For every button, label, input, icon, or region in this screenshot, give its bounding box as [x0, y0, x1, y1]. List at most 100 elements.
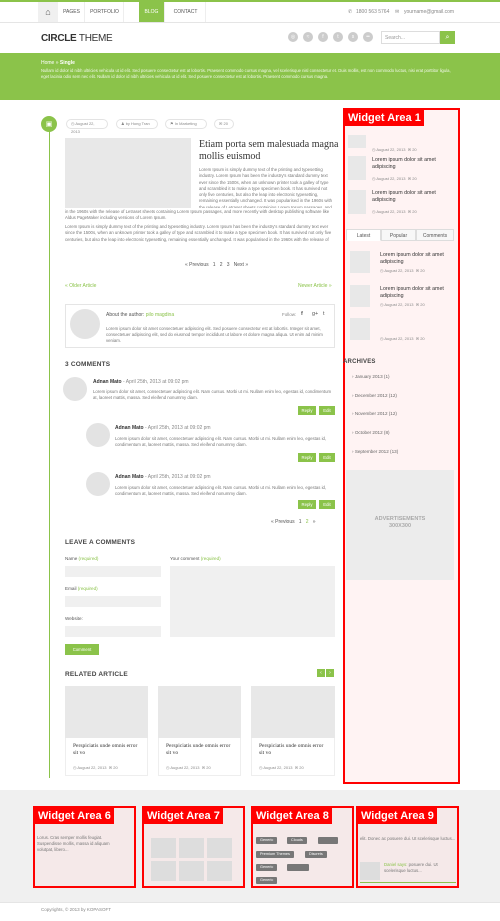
- post-image: [65, 138, 191, 208]
- newer-article-link[interactable]: Newer Article »: [298, 283, 332, 289]
- nav-pages[interactable]: PAGES: [59, 2, 85, 22]
- recent-meta: ◷ August 22, 2013 ✉ 20: [372, 209, 417, 214]
- flickr-icon[interactable]: ••: [363, 32, 373, 42]
- tab-popular[interactable]: Popular: [381, 229, 416, 241]
- recent-title[interactable]: Lorem ipsum dolor sit amet adipiscing: [372, 157, 452, 171]
- pagination-2[interactable]: 2: [220, 262, 223, 268]
- pagination-prev[interactable]: « Previous: [271, 519, 295, 525]
- tag-item[interactable]: Generic: [256, 837, 278, 844]
- follow-label: Follow:: [282, 312, 297, 317]
- widget-area-8-label: Widget Area 8: [253, 808, 332, 824]
- archive-item[interactable]: › November 2012 (12): [352, 411, 397, 416]
- comment-author: Adnan Mato - April 25th, 2013 at 09:02 p…: [115, 474, 211, 480]
- archive-item[interactable]: › September 2012 (13): [352, 449, 398, 454]
- related-title[interactable]: Perspiciatis unde omnis error sit vo: [73, 743, 143, 757]
- twitter-icon[interactable]: t: [323, 311, 325, 317]
- facebook-icon[interactable]: f: [318, 32, 328, 42]
- facebook-icon[interactable]: f: [301, 311, 303, 317]
- recent-title[interactable]: Lorem ipsum dolor sit amet adipiscing: [372, 190, 452, 204]
- tag-item[interactable]: Discrets: [305, 851, 327, 858]
- archive-item[interactable]: › January 2013 (1): [352, 374, 390, 379]
- submit-comment-button[interactable]: Comment: [65, 644, 99, 655]
- reply-button[interactable]: Reply: [298, 500, 316, 509]
- tab-thumb: [350, 318, 370, 340]
- tab-item-title[interactable]: Lorem ipsum dolor sit amet adipiscing: [380, 286, 454, 300]
- related-title[interactable]: Perspiciatis unde omnis error sit vo: [259, 743, 329, 757]
- chevron-left-icon[interactable]: ‹: [317, 669, 325, 677]
- archive-item[interactable]: › October 2012 (8): [352, 430, 390, 435]
- tab-comments[interactable]: Comments: [416, 229, 454, 241]
- skype-icon[interactable]: s: [348, 32, 358, 42]
- reply-button[interactable]: Reply: [298, 406, 316, 415]
- pagination-next[interactable]: »: [313, 519, 316, 525]
- email-field[interactable]: [65, 596, 161, 607]
- gallery-thumb[interactable]: [207, 838, 232, 858]
- pagination-2[interactable]: 2: [306, 519, 309, 525]
- website-field[interactable]: [65, 626, 161, 637]
- post-body-cont: in the 1960s with the release of Letrase…: [65, 209, 330, 221]
- tag-item[interactable]: Generic: [256, 877, 278, 884]
- tab-latest[interactable]: Latest: [346, 229, 381, 241]
- search-input[interactable]: Search...: [381, 31, 440, 44]
- post-comments-count[interactable]: ✉ 20: [214, 119, 234, 129]
- footer-avatar: [360, 862, 380, 880]
- footer-comment-text: elit. Donec ac posuere dui. Ut scelerisq…: [360, 836, 456, 841]
- googleplus-icon[interactable]: g+: [312, 311, 318, 317]
- tag-item[interactable]: [318, 837, 338, 844]
- globe-icon[interactable]: ◎: [288, 32, 298, 42]
- search-icon[interactable]: ⌕: [440, 31, 455, 44]
- tag-item[interactable]: Clouds: [287, 837, 307, 844]
- breadcrumb-current: Single: [59, 60, 75, 66]
- breadcrumb: Home » Single: [41, 60, 75, 66]
- gallery-thumb[interactable]: [179, 861, 204, 881]
- tag-item[interactable]: [287, 864, 309, 871]
- comments-pagination: « Previous 1 2 »: [271, 519, 315, 525]
- nav-portfolio[interactable]: PORTFOLIO: [86, 2, 124, 22]
- tab-item-title[interactable]: Lorem ipsum dolor sit amet adipiscing: [380, 252, 454, 266]
- pagination-prev[interactable]: « Previous: [185, 262, 209, 268]
- gallery-thumb[interactable]: [179, 838, 204, 858]
- tag-item[interactable]: Premium Themes: [256, 851, 294, 858]
- author-avatar: [70, 309, 100, 339]
- related-meta: ◷ August 22, 2013 ✉ 20: [73, 765, 118, 770]
- name-field[interactable]: [65, 566, 161, 577]
- chevron-right-icon[interactable]: ›: [326, 669, 334, 677]
- site-logo[interactable]: CIRCLE THEME: [41, 33, 113, 44]
- nav-contact[interactable]: CONTACT: [166, 2, 206, 22]
- home-icon[interactable]: ⌂: [38, 2, 58, 22]
- edit-button[interactable]: Edit: [319, 406, 335, 415]
- email-label: Email (required): [65, 586, 98, 591]
- post-pagination: « Previous 1 2 3 Next »: [185, 262, 248, 268]
- gallery-thumb[interactable]: [207, 861, 232, 881]
- email-address: yourname@gmail.com: [404, 9, 455, 15]
- comment-avatar: [86, 423, 110, 447]
- pagination-1[interactable]: 1: [299, 519, 302, 525]
- edit-button[interactable]: Edit: [319, 500, 335, 509]
- pagination-next[interactable]: Next »: [234, 262, 248, 268]
- breadcrumb-home[interactable]: Home: [41, 60, 54, 66]
- nav-blog[interactable]: BLOG: [139, 2, 165, 22]
- post-category[interactable]: ⚑ In Marketing: [165, 119, 207, 129]
- archive-item[interactable]: › December 2012 (12): [352, 393, 397, 398]
- author-name[interactable]: pilo magdina: [146, 312, 174, 318]
- post-author[interactable]: ♟ by Hong Tran: [116, 119, 158, 129]
- rss-icon[interactable]: ≈: [303, 32, 313, 42]
- copyright-text: Copyrights, © 2013 by KOPASOFT: [41, 907, 112, 912]
- comment-textarea[interactable]: [170, 566, 335, 637]
- edit-button[interactable]: Edit: [319, 453, 335, 462]
- advertisement-box[interactable]: ADVERTISEMENTS 300X300: [346, 470, 454, 580]
- pagination-1[interactable]: 1: [213, 262, 216, 268]
- leave-comment-heading: LEAVE A COMMENTS: [65, 539, 136, 546]
- reply-button[interactable]: Reply: [298, 453, 316, 462]
- post-title: Etiam porta sem malesuada magna mollis e…: [199, 139, 339, 162]
- gallery-thumb[interactable]: [151, 861, 176, 881]
- tag-item[interactable]: Generic: [256, 864, 278, 871]
- older-article-link[interactable]: « Older Article: [65, 283, 96, 289]
- related-thumb: [158, 686, 241, 738]
- related-heading: RELATED ARTICLE: [65, 671, 128, 678]
- twitter-icon[interactable]: t: [333, 32, 343, 42]
- gallery-thumb[interactable]: [151, 838, 176, 858]
- related-title[interactable]: Perspiciatis unde omnis error sit vo: [166, 743, 236, 757]
- timeline-line: [49, 120, 50, 778]
- pagination-3[interactable]: 3: [227, 262, 230, 268]
